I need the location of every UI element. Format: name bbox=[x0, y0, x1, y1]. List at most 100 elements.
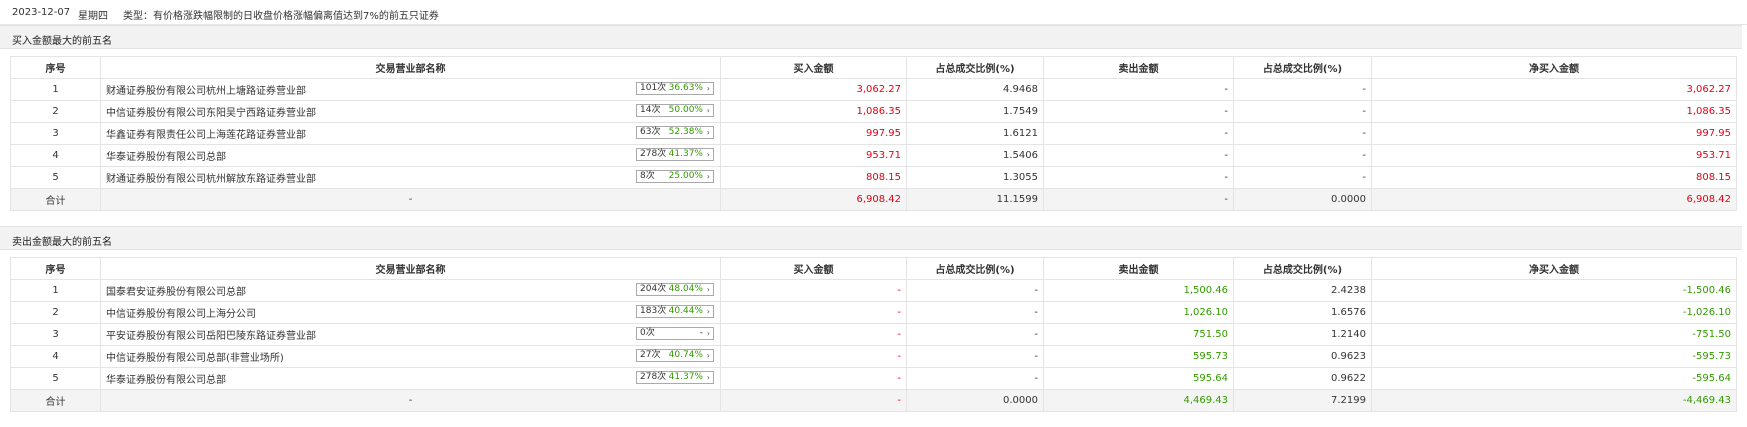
branch-name[interactable]: 华泰证券股份有限公司总部 bbox=[106, 148, 226, 163]
buy-ratio: 1.7549 bbox=[906, 100, 1044, 123]
sell-ratio: - bbox=[1233, 166, 1372, 189]
buy-amount: - bbox=[720, 345, 907, 368]
branch-stat-dropdown[interactable]: 204次 48.04% › bbox=[636, 283, 714, 296]
table-row: 2 中信证券股份有限公司东阳吴宁西路证券营业部 14次 50.00% › 1,0… bbox=[10, 100, 1737, 123]
branch-name[interactable]: 中信证券股份有限公司东阳吴宁西路证券营业部 bbox=[106, 104, 316, 119]
row-idx: 4 bbox=[10, 345, 101, 368]
branch-name[interactable]: 国泰君安证券股份有限公司总部 bbox=[106, 283, 246, 298]
col-buy-pct: 占总成交比例(%) bbox=[906, 56, 1044, 79]
row-idx: 4 bbox=[10, 144, 101, 167]
sell-ratio: 0.9623 bbox=[1233, 345, 1372, 368]
stat-count: 278次 bbox=[640, 149, 667, 159]
table-row: 3 华鑫证券有限责任公司上海莲花路证券营业部 63次 52.38% › 997.… bbox=[10, 122, 1737, 145]
buy-table: 序号 交易营业部名称 买入金额 占总成交比例(%) 卖出金额 占总成交比例(%)… bbox=[10, 56, 1737, 211]
sell-amount: - bbox=[1043, 166, 1234, 189]
net-amount: -751.50 bbox=[1371, 323, 1737, 346]
buy-amount: 3,062.27 bbox=[720, 78, 907, 101]
stat-rate: 50.00% bbox=[668, 105, 703, 115]
col-net: 净买入金额 bbox=[1371, 257, 1737, 280]
row-idx: 3 bbox=[10, 323, 101, 346]
sell-amount: - bbox=[1043, 144, 1234, 167]
col-sell-pct: 占总成交比例(%) bbox=[1233, 56, 1372, 79]
net-amount: 1,086.35 bbox=[1371, 100, 1737, 123]
col-idx: 序号 bbox=[10, 56, 101, 79]
sell-amount: 595.73 bbox=[1043, 345, 1234, 368]
total-label: 合计 bbox=[10, 188, 101, 211]
branch-name-cell: 中信证券股份有限公司东阳吴宁西路证券营业部 14次 50.00% › bbox=[100, 100, 721, 123]
sell-ratio: 0.9622 bbox=[1233, 367, 1372, 390]
buy-amount: - bbox=[720, 301, 907, 324]
branch-name-cell: 国泰君安证券股份有限公司总部 204次 48.04% › bbox=[100, 279, 721, 302]
branch-name[interactable]: 华泰证券股份有限公司总部 bbox=[106, 371, 226, 386]
stat-rate: 40.74% bbox=[668, 350, 703, 360]
branch-stat-dropdown[interactable]: 14次 50.00% › bbox=[636, 104, 714, 117]
buy-ratio: 1.6121 bbox=[906, 122, 1044, 145]
branch-name[interactable]: 财通证券股份有限公司杭州上塘路证券营业部 bbox=[106, 82, 306, 97]
col-net: 净买入金额 bbox=[1371, 56, 1737, 79]
branch-stat-dropdown[interactable]: 278次 41.37% › bbox=[636, 148, 714, 161]
branch-stat-dropdown[interactable]: 101次 36.63% › bbox=[636, 82, 714, 95]
net-amount: -1,026.10 bbox=[1371, 301, 1737, 324]
branch-name[interactable]: 中信证券股份有限公司总部(非营业场所) bbox=[106, 349, 284, 364]
stat-count: 27次 bbox=[640, 350, 661, 360]
sell-section-title: 卖出金额最大的前五名 bbox=[12, 237, 112, 248]
net-amount: -1,500.46 bbox=[1371, 279, 1737, 302]
branch-stat-dropdown[interactable]: 63次 52.38% › bbox=[636, 126, 714, 139]
buy-ratio: 1.5406 bbox=[906, 144, 1044, 167]
buy-ratio: - bbox=[906, 323, 1044, 346]
branch-name[interactable]: 财通证券股份有限公司杭州解放东路证券营业部 bbox=[106, 170, 316, 185]
buy-amount: 997.95 bbox=[720, 122, 907, 145]
total-buy-amount: - bbox=[720, 389, 907, 412]
table-row: 5 华泰证券股份有限公司总部 278次 41.37% › - - 595.64 … bbox=[10, 367, 1737, 390]
row-idx: 3 bbox=[10, 122, 101, 145]
net-amount: 808.15 bbox=[1371, 166, 1737, 189]
branch-name[interactable]: 平安证券股份有限公司岳阳巴陵东路证券营业部 bbox=[106, 327, 316, 342]
col-idx: 序号 bbox=[10, 257, 101, 280]
row-idx: 2 bbox=[10, 301, 101, 324]
branch-name[interactable]: 华鑫证券有限责任公司上海莲花路证券营业部 bbox=[106, 126, 306, 141]
branch-stat-dropdown[interactable]: 27次 40.74% › bbox=[636, 349, 714, 362]
stat-count: 278次 bbox=[640, 372, 667, 382]
table-row: 1 财通证券股份有限公司杭州上塘路证券营业部 101次 36.63% › 3,0… bbox=[10, 78, 1737, 101]
net-amount: 953.71 bbox=[1371, 144, 1737, 167]
total-name: - bbox=[100, 188, 721, 211]
stat-rate: 48.04% bbox=[668, 284, 703, 294]
branch-stat-dropdown[interactable]: 183次 40.44% › bbox=[636, 305, 714, 318]
buy-amount: 808.15 bbox=[720, 166, 907, 189]
row-idx: 1 bbox=[10, 78, 101, 101]
net-amount: 3,062.27 bbox=[1371, 78, 1737, 101]
total-sell-ratio: 0.0000 bbox=[1233, 188, 1372, 211]
sell-ratio: 1.6576 bbox=[1233, 301, 1372, 324]
branch-name-cell: 中信证券股份有限公司上海分公司 183次 40.44% › bbox=[100, 301, 721, 324]
branch-name[interactable]: 中信证券股份有限公司上海分公司 bbox=[106, 305, 256, 320]
buy-amount: - bbox=[720, 367, 907, 390]
chevron-right-icon: › bbox=[706, 351, 710, 360]
total-net-amount: -4,469.43 bbox=[1371, 389, 1737, 412]
col-buy-pct: 占总成交比例(%) bbox=[906, 257, 1044, 280]
buy-section-title: 买入金额最大的前五名 bbox=[12, 36, 112, 47]
row-idx: 5 bbox=[10, 367, 101, 390]
stat-rate: 41.37% bbox=[668, 372, 703, 382]
col-sell: 卖出金额 bbox=[1043, 56, 1234, 79]
buy-amount: - bbox=[720, 323, 907, 346]
branch-name-cell: 华泰证券股份有限公司总部 278次 41.37% › bbox=[100, 144, 721, 167]
branch-stat-dropdown[interactable]: 0次 - › bbox=[636, 327, 714, 340]
branch-stat-dropdown[interactable]: 8次 25.00% › bbox=[636, 170, 714, 183]
total-net-amount: 6,908.42 bbox=[1371, 188, 1737, 211]
branch-name-cell: 中信证券股份有限公司总部(非营业场所) 27次 40.74% › bbox=[100, 345, 721, 368]
row-idx: 5 bbox=[10, 166, 101, 189]
total-sell-amount: 4,469.43 bbox=[1043, 389, 1234, 412]
buy-ratio: - bbox=[906, 345, 1044, 368]
table-row: 2 中信证券股份有限公司上海分公司 183次 40.44% › - - 1,02… bbox=[10, 301, 1737, 324]
stat-count: 8次 bbox=[640, 171, 655, 181]
sell-amount: - bbox=[1043, 122, 1234, 145]
branch-stat-dropdown[interactable]: 278次 41.37% › bbox=[636, 371, 714, 384]
table-row: 5 财通证券股份有限公司杭州解放东路证券营业部 8次 25.00% › 808.… bbox=[10, 166, 1737, 189]
sell-amount: 1,500.46 bbox=[1043, 279, 1234, 302]
col-sell-pct: 占总成交比例(%) bbox=[1233, 257, 1372, 280]
branch-name-cell: 财通证券股份有限公司杭州上塘路证券营业部 101次 36.63% › bbox=[100, 78, 721, 101]
total-row: 合计 - - 0.0000 4,469.43 7.2199 -4,469.43 bbox=[10, 389, 1737, 412]
sell-section-header: 卖出金额最大的前五名 bbox=[0, 226, 1742, 250]
buy-ratio: - bbox=[906, 301, 1044, 324]
sell-ratio: - bbox=[1233, 100, 1372, 123]
